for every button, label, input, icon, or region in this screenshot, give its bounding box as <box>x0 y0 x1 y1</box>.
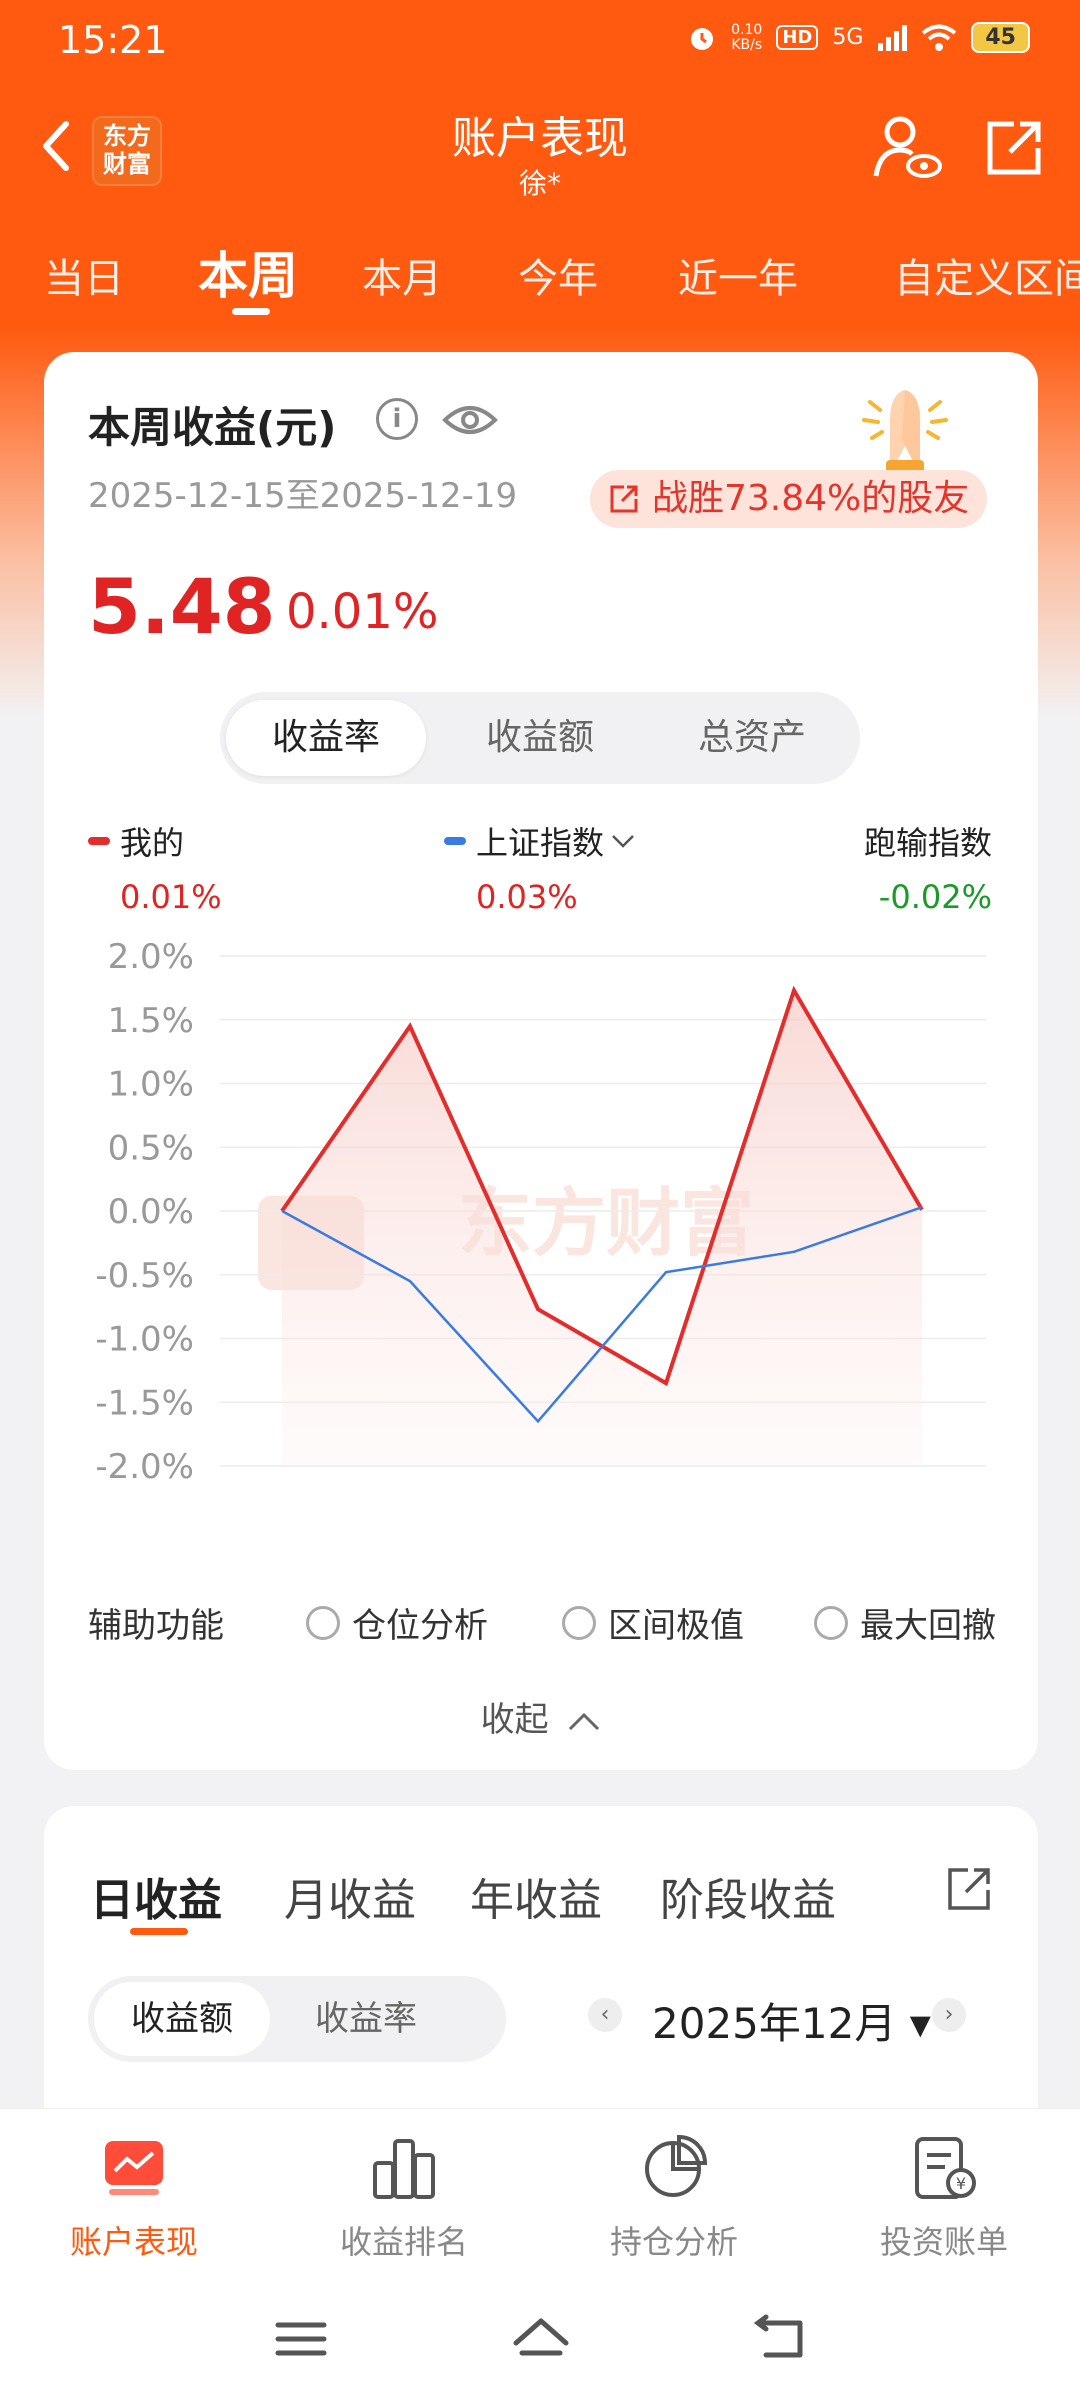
tab-this-year[interactable]: 今年 <box>518 246 598 304</box>
x-tick-label: 12-15 <box>364 1490 457 1492</box>
radio-icon <box>562 1605 596 1640</box>
beat-peers-badge[interactable]: 战胜73.84%的股友 <box>590 470 988 528</box>
back-nav-icon[interactable] <box>746 2309 816 2369</box>
metric-return-amount[interactable]: 收益额 <box>440 700 640 776</box>
legend-gap-value: -0.02% <box>878 878 992 916</box>
amount-option-rate[interactable]: 收益率 <box>278 1982 454 2056</box>
legend-index-value: 0.03% <box>476 878 578 916</box>
battery-indicator: 45 <box>971 22 1030 53</box>
weekly-summary-card: 本周收益(元) i 2025-12-15至2025-12-19 战胜73.84%… <box>44 352 1038 1770</box>
aux-functions: 辅助功能 仓位分析 区间极值 最大回撤 <box>88 1594 998 1647</box>
pie-chart-icon <box>645 2134 708 2197</box>
profit-rate: 0.01% <box>286 584 439 640</box>
x-tick-label: 12-18 <box>748 1490 841 1492</box>
aux-interval-extremes[interactable]: 区间极值 <box>562 1598 744 1647</box>
amount-switch: 收益额 收益率 <box>88 1976 506 2062</box>
aux-position-analysis[interactable]: 仓位分析 <box>306 1598 488 1647</box>
svg-text:¥: ¥ <box>956 2174 966 2193</box>
tab-monthly-income[interactable]: 月收益 <box>284 1864 416 1928</box>
tab-underline <box>232 308 270 315</box>
y-tick-label: 2.0% <box>108 937 194 977</box>
y-tick-label: 0.0% <box>108 1192 194 1232</box>
y-tick-label: 1.0% <box>108 1065 194 1105</box>
tab-last-year[interactable]: 近一年 <box>678 246 798 304</box>
performance-icon <box>105 2141 163 2195</box>
metric-return-rate[interactable]: 收益率 <box>226 700 426 776</box>
share-icon[interactable] <box>944 1862 996 1914</box>
y-tick-label: 0.5% <box>108 1128 194 1168</box>
home-icon[interactable] <box>506 2309 576 2369</box>
x-tick-label: 12-16 <box>492 1490 585 1492</box>
net-speed: 0.10 KB/s <box>731 21 763 53</box>
radio-icon <box>814 1605 848 1640</box>
radio-icon <box>306 1605 340 1640</box>
metric-total-assets[interactable]: 总资产 <box>652 700 852 776</box>
menu-icon[interactable] <box>266 2309 336 2369</box>
amount-option-value[interactable]: 收益额 <box>94 1982 270 2056</box>
aux-label: 辅助功能 <box>88 1606 224 1646</box>
tab-this-week[interactable]: 本周 <box>198 236 298 308</box>
x-tick-label: 12-19 <box>876 1490 969 1492</box>
nav-account-performance[interactable]: 账户表现 <box>34 2133 234 2263</box>
legend-mine-value: 0.01% <box>120 878 222 916</box>
month-next-button[interactable]: › <box>932 1998 966 2032</box>
x-tick-label: 12-12 <box>236 1490 329 1492</box>
bottom-navigation: 账户表现 收益排名 持仓分析 ¥ 投资账单 <box>0 2108 1080 2400</box>
summary-title: 本周收益(元) <box>88 403 337 452</box>
legend-mine-swatch <box>88 837 110 845</box>
legend-index-swatch <box>444 837 466 845</box>
y-tick-label: -2.0% <box>95 1447 194 1487</box>
aux-max-drawdown[interactable]: 最大回撤 <box>814 1598 996 1647</box>
hd-badge: HD <box>776 25 819 50</box>
tab-stage-income[interactable]: 阶段收益 <box>660 1864 836 1928</box>
y-tick-label: -1.5% <box>95 1383 194 1423</box>
profit-value: 5.48 <box>88 562 276 651</box>
nav-investment-bill[interactable]: ¥ 投资账单 <box>844 2133 1044 2263</box>
alarm-icon <box>691 27 714 50</box>
tab-today[interactable]: 当日 <box>44 246 124 304</box>
app-header: 东方财富 账户表现 徐* <box>0 90 1080 210</box>
wifi-icon <box>922 24 957 51</box>
legend-index[interactable]: 上证指数 0.03% <box>444 818 636 916</box>
user-privacy-icon[interactable] <box>872 112 942 182</box>
period-tabs: 当日 本周 本月 今年 近一年 自定义区间 <box>0 236 1080 316</box>
tab-custom-range[interactable]: 自定义区间 <box>894 246 1080 304</box>
eye-icon[interactable] <box>442 400 498 440</box>
clap-icon <box>862 390 948 478</box>
status-icons: 0.10 KB/s HD 5G 45 <box>687 22 1030 53</box>
legend-mine: 我的 0.01% <box>88 818 222 916</box>
month-prev-button[interactable]: ‹ <box>588 1998 622 2032</box>
chevron-down-icon <box>612 835 634 848</box>
metric-switch: 收益率 收益额 总资产 <box>220 692 860 784</box>
legend-gap: 跑输指数 -0.02% <box>863 824 992 916</box>
y-tick-label: 1.5% <box>108 1001 194 1041</box>
month-selector[interactable]: 2025年12月 ▾ <box>652 1990 931 2051</box>
nav-holdings-analysis[interactable]: 持仓分析 <box>574 2133 774 2263</box>
nav-income-ranking[interactable]: 收益排名 <box>304 2133 504 2263</box>
collapse-button[interactable]: 收起 <box>44 1692 1038 1741</box>
income-tab-underline <box>130 1928 188 1935</box>
y-tick-label: -1.0% <box>95 1320 194 1360</box>
status-time: 15:21 <box>58 18 168 62</box>
x-tick-label: 12-17 <box>620 1490 713 1492</box>
status-bar: 15:21 0.10 KB/s HD 5G 45 <box>0 0 1080 80</box>
tab-yearly-income[interactable]: 年收益 <box>470 1864 602 1928</box>
y-tick-label: -0.5% <box>95 1256 194 1296</box>
tab-this-month[interactable]: 本月 <box>362 246 442 304</box>
signal-label: 5G <box>832 25 864 50</box>
tab-daily-income[interactable]: 日收益 <box>90 1864 222 1928</box>
signal-icon <box>878 24 908 51</box>
bar-chart-icon <box>373 2139 435 2199</box>
bill-icon: ¥ <box>915 2137 976 2199</box>
external-share-icon[interactable] <box>984 118 1044 178</box>
chevron-up-icon <box>569 1712 600 1730</box>
info-icon[interactable]: i <box>376 398 418 440</box>
date-range: 2025-12-15至2025-12-19 <box>88 476 518 516</box>
return-line-chart: 东方财富2.0%1.5%1.0%0.5%0.0%-0.5%-1.0%-1.5%-… <box>95 937 986 1492</box>
share-small-icon <box>610 485 638 513</box>
